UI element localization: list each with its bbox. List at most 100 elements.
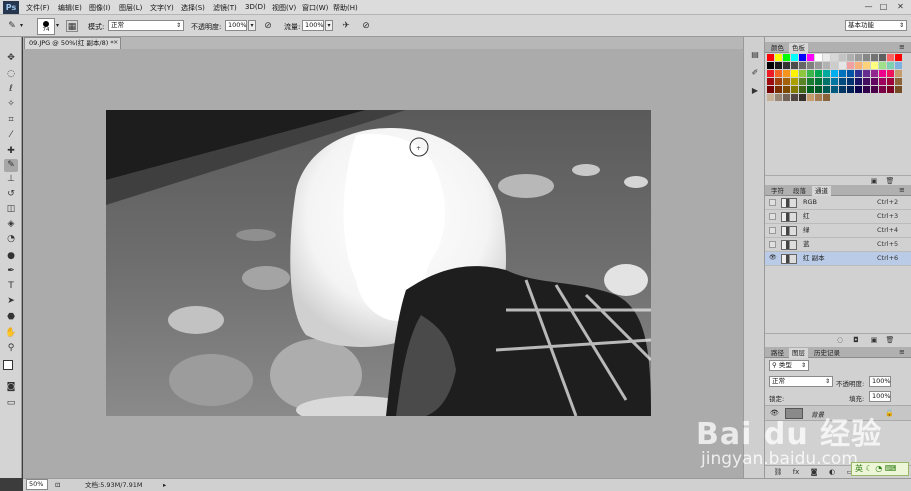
color-swatch[interactable] [815, 70, 822, 77]
panel-menu-icon[interactable]: ≡ [899, 43, 905, 51]
color-swatch[interactable] [783, 62, 790, 69]
brush-preset-picker[interactable]: 74 [37, 18, 55, 35]
color-swatch[interactable] [863, 54, 870, 61]
tab-paragraph[interactable]: 段落 [790, 186, 809, 196]
channel-row-green[interactable]: 绿 Ctrl+4 [765, 224, 911, 238]
dodge-tool-icon[interactable]: ◔ [4, 233, 18, 246]
quick-mask-icon[interactable]: ◙ [4, 381, 18, 394]
history-panel-icon[interactable]: ▤ [749, 49, 761, 61]
minimize-button[interactable]: — [864, 2, 873, 11]
color-swatch[interactable] [855, 62, 862, 69]
layer-filter-dropdown[interactable]: ⚲ 类型 ⇕ [769, 360, 809, 371]
color-swatch[interactable] [791, 78, 798, 85]
mode-dropdown[interactable]: 正常 ⇕ [108, 20, 184, 31]
visibility-toggle-icon[interactable] [769, 241, 776, 248]
hand-tool-icon[interactable]: ✋ [4, 327, 18, 340]
paint-bucket-tool-icon[interactable]: ◈ [4, 218, 18, 231]
panel-menu-icon[interactable]: ≡ [899, 186, 905, 194]
save-selection-icon[interactable]: ◘ [851, 335, 861, 345]
zoom-tool-icon[interactable]: ⚲ [4, 342, 18, 355]
color-swatch[interactable] [895, 78, 902, 85]
color-swatch[interactable] [807, 78, 814, 85]
color-swatch[interactable] [879, 86, 886, 93]
clone-stamp-tool-icon[interactable]: ⊥ [4, 173, 18, 186]
load-selection-icon[interactable]: ◌ [835, 335, 845, 345]
color-swatch[interactable] [823, 94, 830, 101]
color-swatch[interactable] [847, 78, 854, 85]
swatch-grid[interactable] [767, 54, 909, 104]
color-swatch[interactable] [799, 94, 806, 101]
color-swatch[interactable] [815, 86, 822, 93]
channel-row-red-copy[interactable]: 👁 红 副本 Ctrl+6 [765, 252, 911, 266]
color-swatch[interactable] [815, 54, 822, 61]
tool-preset-arrow-icon[interactable]: ▾ [20, 22, 23, 29]
blend-mode-dropdown[interactable]: 正常 ⇕ [769, 376, 833, 387]
flow-input[interactable]: 100% [302, 20, 324, 31]
color-swatch[interactable] [823, 70, 830, 77]
color-swatch[interactable] [783, 86, 790, 93]
lasso-tool-icon[interactable]: ℓ [4, 83, 18, 96]
brush-panel-toggle-icon[interactable]: ▦ [66, 20, 78, 32]
color-swatch[interactable] [895, 54, 902, 61]
color-swatch[interactable] [767, 86, 774, 93]
healing-brush-tool-icon[interactable]: ✚ [4, 145, 18, 158]
marquee-tool-icon[interactable]: ◌ [4, 68, 18, 81]
restore-button[interactable]: □ [879, 2, 888, 11]
color-swatch[interactable] [783, 54, 790, 61]
close-button[interactable]: ✕ [896, 2, 905, 11]
channel-row-blue[interactable]: 蓝 Ctrl+5 [765, 238, 911, 252]
tab-swatches[interactable]: 色板 [789, 43, 808, 53]
color-swatch[interactable] [871, 86, 878, 93]
color-swatch[interactable] [815, 78, 822, 85]
opacity-slider-arrow-icon[interactable]: ▾ [248, 20, 256, 31]
pressure-opacity-icon[interactable]: ⊘ [262, 20, 274, 32]
color-swatch[interactable] [799, 78, 806, 85]
color-swatch[interactable] [815, 62, 822, 69]
color-swatch[interactable] [863, 62, 870, 69]
brush-tool-icon[interactable]: ✎ [4, 159, 18, 172]
color-swatch[interactable] [887, 62, 894, 69]
menu-layer[interactable]: 图层(L) [119, 3, 142, 13]
color-swatch[interactable] [799, 70, 806, 77]
color-swatch[interactable] [839, 70, 846, 77]
status-arrow-icon[interactable]: ▸ [163, 479, 166, 491]
tab-color[interactable]: 颜色 [768, 43, 787, 53]
color-swatch[interactable] [839, 54, 846, 61]
color-swatch[interactable] [847, 70, 854, 77]
tab-character[interactable]: 字符 [768, 186, 787, 196]
color-swatch[interactable] [791, 94, 798, 101]
tab-layers[interactable]: 图层 [789, 348, 808, 358]
color-swatch[interactable] [871, 78, 878, 85]
color-swatch[interactable] [815, 94, 822, 101]
color-swatch[interactable] [871, 62, 878, 69]
tab-channels[interactable]: 通道 [812, 186, 831, 196]
color-swatch[interactable] [839, 78, 846, 85]
color-swatch[interactable] [767, 62, 774, 69]
color-swatch[interactable] [855, 54, 862, 61]
blur-tool-icon[interactable]: ● [4, 250, 18, 263]
opacity-input[interactable]: 100% [225, 20, 247, 31]
layer-opacity-input[interactable]: 100% [869, 376, 891, 387]
color-swatch[interactable] [807, 70, 814, 77]
flow-slider-arrow-icon[interactable]: ▾ [325, 20, 333, 31]
shape-tool-icon[interactable]: ⬣ [4, 311, 18, 324]
color-swatch[interactable] [855, 70, 862, 77]
color-swatch[interactable] [775, 86, 782, 93]
color-swatch[interactable] [887, 54, 894, 61]
color-swatch[interactable] [887, 70, 894, 77]
move-tool-icon[interactable]: ✥ [4, 52, 18, 65]
eye-icon[interactable]: 👁 [769, 255, 777, 262]
brush-preset-arrow-icon[interactable]: ▾ [56, 22, 59, 29]
zoom-level[interactable]: 50% [26, 479, 48, 490]
color-swatch[interactable] [791, 86, 798, 93]
pressure-size-icon[interactable]: ⊘ [360, 20, 372, 32]
color-swatch[interactable] [887, 78, 894, 85]
menu-type[interactable]: 文字(Y) [150, 3, 174, 13]
eyedropper-tool-icon[interactable]: ⁄ [4, 129, 18, 142]
color-swatch[interactable] [791, 70, 798, 77]
color-swatch[interactable] [775, 54, 782, 61]
color-swatch[interactable] [847, 86, 854, 93]
document-tab[interactable]: 09.JPG @ 50%(红 副本/8) * [24, 37, 121, 49]
color-swatch[interactable] [855, 86, 862, 93]
color-swatch[interactable] [895, 86, 902, 93]
